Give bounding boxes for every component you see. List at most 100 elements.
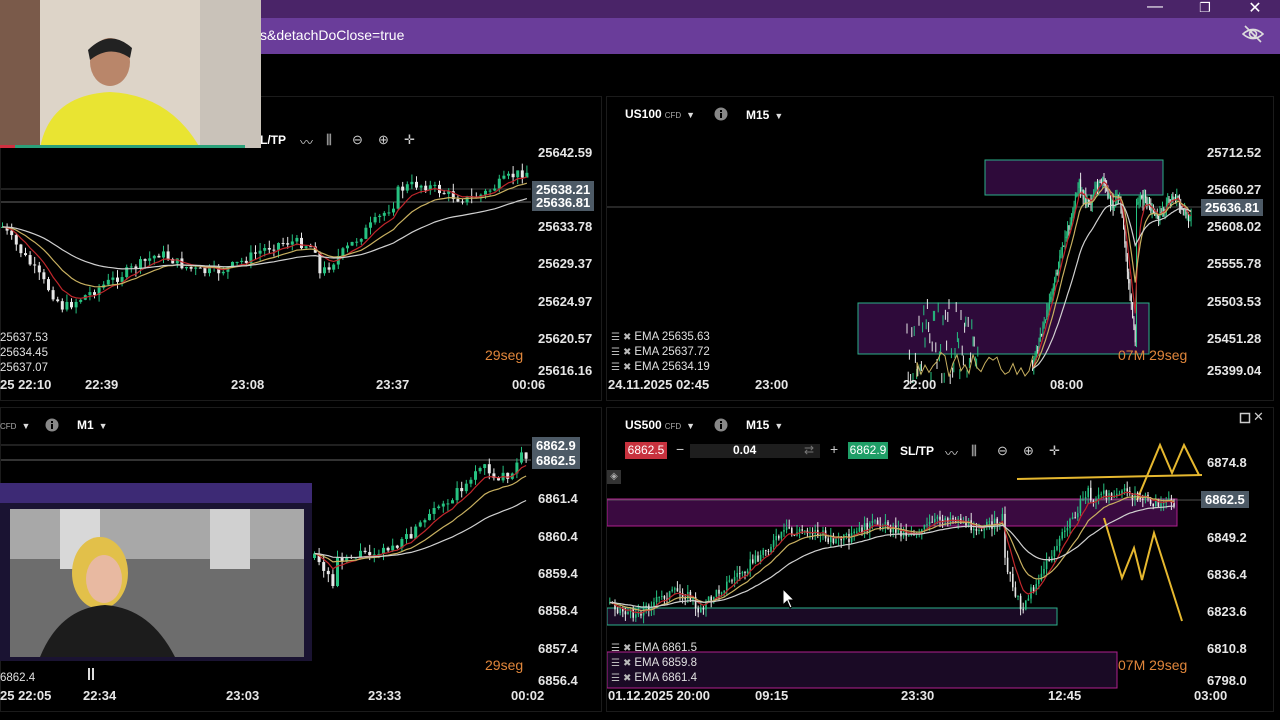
candle-body bbox=[185, 266, 188, 269]
candle-body bbox=[778, 535, 780, 539]
close-panel-icon[interactable]: ✕ bbox=[1253, 409, 1264, 425]
crosshair-icon[interactable]: ✛ bbox=[404, 132, 420, 147]
candle-body bbox=[19, 244, 23, 254]
y-tick: 6823.6 bbox=[1207, 604, 1247, 619]
x-tick: 23:00 bbox=[755, 377, 789, 392]
lot-size-input[interactable]: 0.04 bbox=[733, 443, 756, 457]
candle-body bbox=[37, 265, 41, 273]
timeframe-selector[interactable]: M15 ▼ bbox=[746, 418, 783, 432]
candle-body bbox=[464, 483, 468, 492]
eye-slash-icon[interactable] bbox=[1242, 24, 1264, 44]
zoom-in-icon[interactable]: ⊕ bbox=[378, 132, 394, 147]
x-tick: 01.12.2025 20:00 bbox=[608, 688, 710, 703]
maximize-button[interactable]: ❐ bbox=[1193, 0, 1217, 16]
candle-body bbox=[258, 250, 262, 254]
drag-handle-icon[interactable]: ◈ bbox=[607, 470, 621, 484]
candle-body bbox=[892, 525, 894, 533]
ema-value: EMA 25637.72 bbox=[634, 346, 710, 358]
candle-body bbox=[418, 522, 422, 527]
pause-icon[interactable] bbox=[88, 668, 94, 680]
candle-body bbox=[386, 547, 390, 551]
candle-body bbox=[762, 550, 764, 555]
info-icon[interactable] bbox=[714, 418, 728, 432]
candle-body bbox=[327, 267, 331, 270]
minimize-button[interactable]: — bbox=[1143, 0, 1167, 16]
timeframe-selector[interactable]: M15 ▼ bbox=[746, 108, 783, 122]
candle-body bbox=[263, 247, 267, 251]
x-tick: 23:03 bbox=[226, 688, 260, 703]
webcam-overlay[interactable] bbox=[0, 0, 261, 148]
symbol-selector[interactable]: US500 CFD ▼ bbox=[625, 418, 695, 432]
candle-body bbox=[1077, 188, 1079, 195]
swap-icon[interactable]: ⇄ bbox=[804, 443, 814, 457]
y-tick: 25399.04 bbox=[1207, 363, 1262, 378]
candle-body bbox=[788, 527, 790, 529]
candle-body bbox=[1051, 294, 1053, 297]
y-tick: 25712.52 bbox=[1207, 145, 1262, 160]
ema-row[interactable]: ☰ ✖ EMA 25635.63 bbox=[611, 330, 710, 345]
video-overlay[interactable] bbox=[0, 483, 312, 661]
remove-icon[interactable]: ✖ bbox=[623, 347, 631, 358]
remove-icon[interactable]: ✖ bbox=[623, 362, 631, 373]
timeframe-selector[interactable]: M1 ▼ bbox=[77, 418, 108, 432]
sltp-button[interactable]: SL/TP bbox=[900, 444, 934, 458]
candle-body bbox=[1045, 560, 1048, 569]
symbol-selector[interactable]: CFD ▼ bbox=[0, 418, 30, 432]
ema-row[interactable]: ☰ ✖ EMA 6859.8 bbox=[611, 656, 697, 671]
close-button[interactable]: ✕ bbox=[1243, 0, 1267, 18]
zoom-out-icon[interactable]: ⊖ bbox=[997, 443, 1013, 458]
y-tick: 6849.2 bbox=[1207, 530, 1247, 545]
candle-body bbox=[1108, 193, 1110, 199]
symbol-selector[interactable]: US100 CFD ▼ bbox=[625, 107, 695, 121]
crosshair-icon[interactable]: ✛ bbox=[1049, 443, 1065, 458]
ema-row[interactable]: ☰ ✖ EMA 25634.19 bbox=[611, 360, 710, 375]
remove-icon[interactable]: ✖ bbox=[623, 673, 631, 684]
url-text[interactable]: s&detachDoClose=true bbox=[260, 27, 404, 43]
candle-body bbox=[387, 212, 391, 214]
candle-body bbox=[139, 259, 142, 270]
ema-row[interactable]: ☰ ✖ EMA 6861.4 bbox=[611, 671, 697, 686]
ema-value: EMA 25635.63 bbox=[634, 331, 710, 343]
candle-body bbox=[478, 468, 482, 472]
candle-body bbox=[853, 531, 855, 534]
candle-body bbox=[1080, 179, 1082, 192]
candle-body bbox=[157, 255, 161, 258]
line-tool-icon[interactable]: 〰 bbox=[945, 443, 961, 461]
candle-body bbox=[1048, 299, 1050, 309]
candle-body bbox=[1056, 545, 1058, 550]
zoom-out-icon[interactable]: ⊖ bbox=[352, 132, 368, 147]
remove-icon[interactable]: ✖ bbox=[623, 332, 631, 343]
candle-body bbox=[415, 181, 418, 188]
line-tool-icon[interactable]: 〰 bbox=[300, 132, 316, 150]
x-tick: 22:39 bbox=[85, 377, 119, 392]
ema-row[interactable]: ☰ ✖ EMA 25637.72 bbox=[611, 345, 710, 360]
zoom-in-icon[interactable]: ⊕ bbox=[1023, 443, 1039, 458]
candle-body bbox=[845, 533, 848, 535]
info-icon[interactable] bbox=[45, 418, 59, 432]
candle-body bbox=[111, 277, 115, 280]
sell-button[interactable]: 6862.5 bbox=[625, 442, 667, 459]
candle-body bbox=[749, 559, 751, 571]
x-tick: 23:37 bbox=[376, 377, 410, 392]
lot-minus-button[interactable]: − bbox=[676, 441, 684, 457]
candle-body bbox=[304, 246, 308, 249]
candles-icon[interactable]: ⫼ bbox=[971, 443, 987, 458]
candle-body bbox=[455, 488, 459, 501]
candle-body bbox=[24, 253, 27, 256]
sltp-label[interactable]: L/TP bbox=[260, 133, 286, 147]
ema-value: EMA 25634.19 bbox=[634, 361, 710, 373]
buy-button[interactable]: 6862.9 bbox=[848, 442, 888, 459]
lot-plus-button[interactable]: + bbox=[830, 441, 838, 457]
candle-body bbox=[120, 277, 124, 282]
maximize-panel-icon[interactable] bbox=[1239, 412, 1251, 424]
candle-body bbox=[1046, 310, 1048, 320]
candle-body bbox=[619, 609, 621, 614]
info-icon[interactable] bbox=[714, 107, 728, 121]
candles-icon[interactable]: ⫼ bbox=[326, 132, 342, 147]
remove-icon[interactable]: ✖ bbox=[623, 643, 631, 654]
remove-icon[interactable]: ✖ bbox=[623, 658, 631, 669]
ema-row[interactable]: ☰ ✖ EMA 6861.5 bbox=[611, 641, 697, 656]
candle-body bbox=[272, 249, 276, 251]
x-tick: 23:30 bbox=[901, 688, 935, 703]
candle-body bbox=[1160, 503, 1162, 507]
